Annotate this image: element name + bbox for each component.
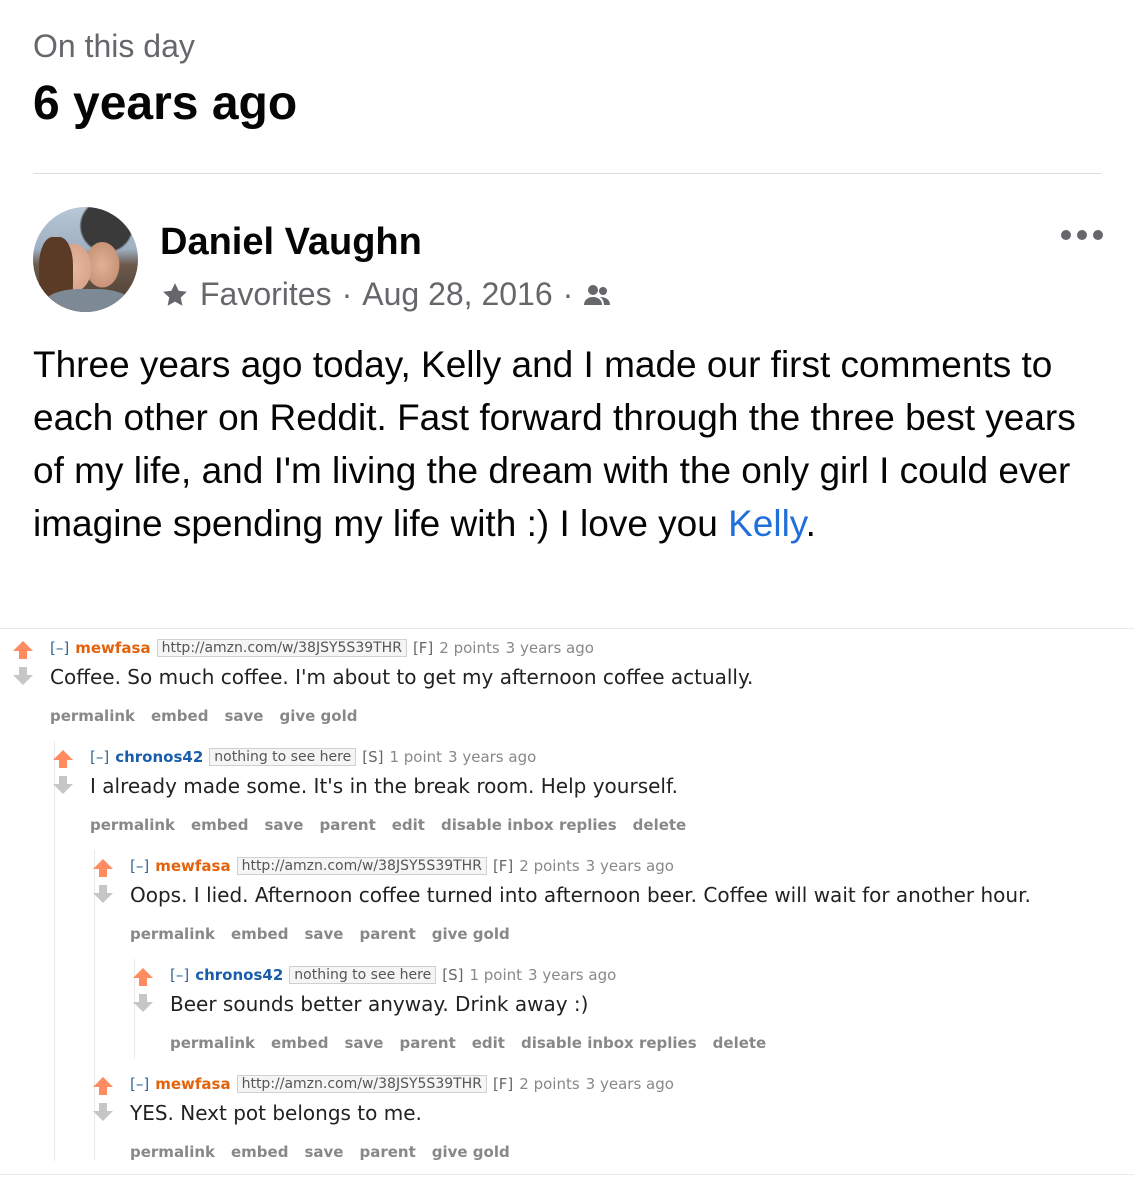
memory-label: On this day — [33, 28, 195, 64]
comment-author[interactable]: mewfasa — [155, 857, 230, 875]
comment-actions: permalink embed save give gold — [50, 707, 357, 725]
comment-score: 1 point — [469, 966, 523, 984]
comment-author[interactable]: chronos42 — [195, 966, 283, 984]
comment-author[interactable]: mewfasa — [75, 639, 150, 657]
action-embed[interactable]: embed — [151, 707, 208, 725]
action-give-gold[interactable]: give gold — [279, 707, 357, 725]
action-edit[interactable]: edit — [392, 816, 425, 834]
meta-separator: · — [341, 276, 353, 312]
user-flair: http://amzn.com/w/38JSY5S39THR — [156, 639, 407, 657]
avatar[interactable] — [33, 207, 138, 312]
action-parent[interactable]: parent — [359, 925, 415, 943]
action-embed[interactable]: embed — [231, 1143, 288, 1161]
comment-actions: permalink embed save parent give gold — [130, 925, 510, 943]
comment-body: I already made some. It's in the break r… — [90, 774, 678, 798]
action-permalink[interactable]: permalink — [130, 925, 215, 943]
comment-score: 2 points — [519, 1075, 580, 1093]
user-tag: [S] — [362, 748, 384, 766]
user-tag: [S] — [442, 966, 464, 984]
collapse-toggle[interactable]: [–] — [130, 857, 149, 875]
comment-age: 3 years ago — [448, 748, 537, 766]
action-embed[interactable]: embed — [191, 816, 248, 834]
collapse-toggle[interactable]: [–] — [130, 1075, 149, 1093]
action-save[interactable]: save — [304, 1143, 343, 1161]
collapse-toggle[interactable]: [–] — [50, 639, 69, 657]
action-permalink[interactable]: permalink — [50, 707, 135, 725]
action-save[interactable]: save — [344, 1034, 383, 1052]
user-flair: nothing to see here — [289, 966, 437, 984]
mention-link[interactable]: Kelly — [728, 503, 805, 544]
memory-title: 6 years ago — [33, 77, 298, 130]
author-name[interactable]: Daniel Vaughn — [160, 221, 422, 264]
user-flair: http://amzn.com/w/38JSY5S39THR — [236, 857, 487, 875]
action-disable-inbox-replies[interactable]: disable inbox replies — [441, 816, 617, 834]
avatar-shirt — [43, 289, 133, 312]
action-delete[interactable]: delete — [713, 1034, 767, 1052]
action-parent[interactable]: parent — [399, 1034, 455, 1052]
post-text: Three years ago today, Kelly and I made … — [33, 338, 1113, 550]
comment-actions: permalink embed save parent edit disable… — [90, 816, 686, 834]
action-give-gold[interactable]: give gold — [432, 1143, 510, 1161]
post-text-end: . — [805, 503, 816, 544]
user-flair: http://amzn.com/w/38JSY5S39THR — [236, 1075, 487, 1093]
comment-actions: permalink embed save parent edit disable… — [170, 1034, 766, 1052]
action-permalink[interactable]: permalink — [130, 1143, 215, 1161]
action-embed[interactable]: embed — [271, 1034, 328, 1052]
reddit-screenshot: [–] mewfasa http://amzn.com/w/38JSY5S39T… — [0, 628, 1134, 1175]
user-tag: [F] — [492, 1075, 514, 1093]
vote-arrows-icon[interactable] — [10, 639, 36, 689]
user-flair: nothing to see here — [209, 748, 357, 766]
comment-body: Oops. I lied. Afternoon coffee turned in… — [130, 883, 1031, 907]
comment-score: 2 points — [519, 857, 580, 875]
action-disable-inbox-replies[interactable]: disable inbox replies — [521, 1034, 697, 1052]
user-tag: [F] — [492, 857, 514, 875]
comment-age: 3 years ago — [505, 639, 594, 657]
collapse-toggle[interactable]: [–] — [170, 966, 189, 984]
star-icon — [163, 282, 187, 306]
user-tag: [F] — [412, 639, 434, 657]
comment-header: [–] chronos42 nothing to see here [S] 1 … — [170, 966, 616, 984]
collapse-toggle[interactable]: [–] — [90, 748, 109, 766]
thread-line — [54, 741, 55, 1161]
meta-separator-2: · — [562, 276, 574, 312]
comment-score: 1 point — [389, 748, 443, 766]
more-options-icon[interactable] — [1058, 226, 1106, 244]
action-parent[interactable]: parent — [319, 816, 375, 834]
comment-header: [–] mewfasa http://amzn.com/w/38JSY5S39T… — [130, 1075, 674, 1093]
vote-arrows-icon[interactable] — [90, 1075, 116, 1125]
vote-arrows-icon[interactable] — [130, 966, 156, 1016]
action-save[interactable]: save — [224, 707, 263, 725]
comment-author[interactable]: chronos42 — [115, 748, 203, 766]
comment-age: 3 years ago — [528, 966, 617, 984]
action-give-gold[interactable]: give gold — [432, 925, 510, 943]
vote-arrows-icon[interactable] — [90, 857, 116, 907]
action-save[interactable]: save — [264, 816, 303, 834]
comment-header: [–] mewfasa http://amzn.com/w/38JSY5S39T… — [130, 857, 674, 875]
action-save[interactable]: save — [304, 925, 343, 943]
comment-age: 3 years ago — [585, 857, 674, 875]
action-permalink[interactable]: permalink — [90, 816, 175, 834]
vote-arrows-icon[interactable] — [50, 748, 76, 798]
post-text-body: Three years ago today, Kelly and I made … — [33, 344, 1076, 544]
comment-actions: permalink embed save parent give gold — [130, 1143, 510, 1161]
action-parent[interactable]: parent — [359, 1143, 415, 1161]
comment-header: [–] mewfasa http://amzn.com/w/38JSY5S39T… — [50, 639, 594, 657]
action-delete[interactable]: delete — [633, 816, 687, 834]
comment-header: [–] chronos42 nothing to see here [S] 1 … — [90, 748, 536, 766]
action-edit[interactable]: edit — [472, 1034, 505, 1052]
action-embed[interactable]: embed — [231, 925, 288, 943]
comment-age: 3 years ago — [585, 1075, 674, 1093]
friends-icon — [584, 284, 611, 305]
comment-author[interactable]: mewfasa — [155, 1075, 230, 1093]
action-permalink[interactable]: permalink — [170, 1034, 255, 1052]
comment-body: YES. Next pot belongs to me. — [130, 1101, 422, 1125]
comment-body: Coffee. So much coffee. I'm about to get… — [50, 665, 754, 689]
audience-label[interactable]: Favorites — [200, 276, 332, 313]
divider — [33, 173, 1101, 174]
comment-score: 2 points — [439, 639, 500, 657]
post-meta: Favorites · Aug 28, 2016 · — [160, 276, 611, 313]
comment-body: Beer sounds better anyway. Drink away :) — [170, 992, 589, 1016]
post-date[interactable]: Aug 28, 2016 — [362, 276, 552, 313]
